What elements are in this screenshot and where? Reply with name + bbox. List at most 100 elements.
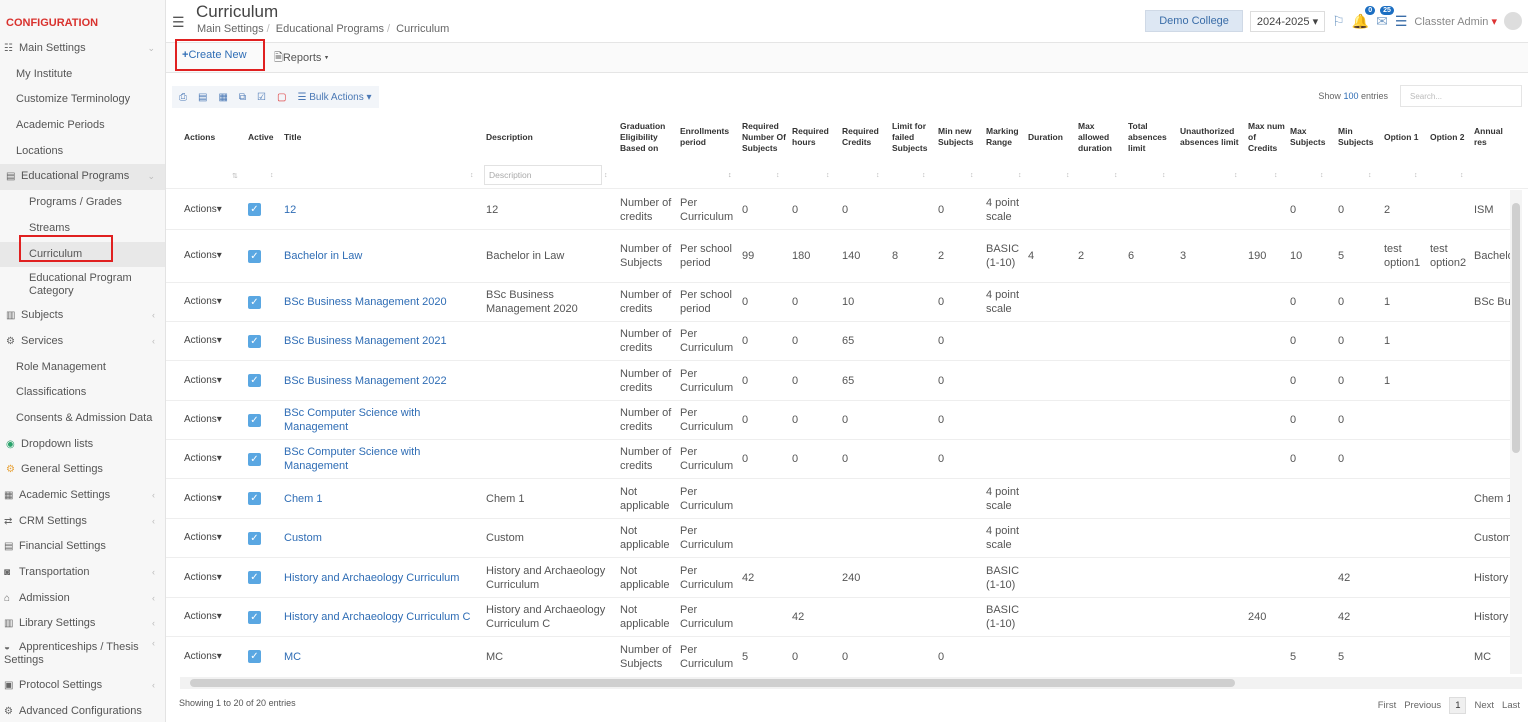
copy-icon[interactable]: ⧉ — [239, 92, 246, 103]
row-actions-button[interactable]: Actions ▾ — [184, 598, 244, 636]
sidebar-item-customize-terminology[interactable]: Customize Terminology — [0, 87, 165, 113]
sort-icon[interactable]: ↕ — [776, 172, 780, 179]
sidebar-item-academic-periods[interactable]: Academic Periods — [0, 113, 165, 139]
active-checkbox[interactable]: ✓ — [248, 283, 284, 321]
row-title-link[interactable]: 12 — [284, 190, 484, 229]
sidebar-item-library-settings[interactable]: ▥ Library Settings ‹ — [0, 611, 165, 637]
row-title-link[interactable]: BSc Computer Science with Management — [284, 440, 484, 478]
user-menu[interactable]: Classter Admin ▾ — [1414, 15, 1497, 28]
row-actions-button[interactable]: Actions ▾ — [184, 283, 244, 321]
horizontal-scrollbar[interactable] — [180, 677, 1522, 689]
row-title-link[interactable]: BSc Business Management 2021 — [284, 322, 484, 360]
mail-icon[interactable]: ✉ 25 — [1376, 5, 1394, 30]
reports-button[interactable]: 🗎Reports ▾ — [274, 49, 329, 68]
sort-icon[interactable]: ↕ — [826, 172, 830, 179]
row-title-link[interactable]: History and Archaeology Curriculum — [284, 558, 484, 597]
bulk-actions-button[interactable]: ☰ Bulk Actions ▾ — [297, 92, 371, 103]
sort-icon[interactable]: ↕ — [1066, 172, 1070, 179]
row-actions-button[interactable]: Actions ▾ — [184, 361, 244, 400]
pager-next[interactable]: Next — [1474, 700, 1494, 711]
active-checkbox[interactable]: ✓ — [248, 322, 284, 360]
vertical-scroll-thumb[interactable] — [1512, 203, 1520, 453]
active-checkbox[interactable]: ✓ — [248, 230, 284, 282]
sort-icon[interactable]: ↕ — [1234, 172, 1238, 179]
sort-icon[interactable]: ↕ — [922, 172, 926, 179]
sidebar-item-role-management[interactable]: Role Management — [0, 355, 165, 381]
description-filter-input[interactable]: Description — [484, 165, 602, 185]
row-actions-button[interactable]: Actions ▾ — [184, 322, 244, 360]
column-header[interactable]: Total absences limit — [1128, 112, 1176, 162]
active-checkbox[interactable]: ✓ — [248, 190, 284, 229]
row-title-link[interactable]: Chem 1 — [284, 479, 484, 518]
sidebar-item-financial-settings[interactable]: ▤ Financial Settings — [0, 534, 165, 560]
sort-icon[interactable]: ↕ — [1274, 172, 1278, 179]
sort-icon[interactable]: ↕ — [728, 172, 732, 179]
pager-current[interactable]: 1 — [1449, 697, 1467, 714]
column-header[interactable]: Actions — [184, 112, 244, 162]
sidebar-item-classifications[interactable]: Classifications — [0, 380, 165, 406]
active-checkbox[interactable]: ✓ — [248, 637, 284, 674]
sort-icon[interactable]: ↕ — [1162, 172, 1166, 179]
sidebar-item-subjects[interactable]: ▥ Subjects ‹ — [0, 303, 165, 329]
pdf-icon[interactable]: ▤ — [198, 92, 207, 103]
column-header[interactable]: Option 2 — [1430, 112, 1472, 162]
row-actions-button[interactable]: Actions ▾ — [184, 440, 244, 478]
column-header[interactable]: Min Subjects — [1338, 112, 1380, 162]
column-header[interactable]: Unauthorized absences limit — [1180, 112, 1244, 162]
row-actions-button[interactable]: Actions ▾ — [184, 230, 244, 282]
row-title-link[interactable]: MC — [284, 637, 484, 674]
column-header[interactable]: Duration — [1028, 112, 1074, 162]
sidebar-item-consents-admission-data[interactable]: Consents & Admission Data — [0, 406, 165, 432]
column-header[interactable]: Required Credits — [842, 112, 890, 162]
active-checkbox[interactable]: ✓ — [248, 401, 284, 439]
column-header[interactable]: Title — [284, 112, 484, 162]
row-actions-button[interactable]: Actions ▾ — [184, 190, 244, 229]
sidebar-item-dropdown-lists[interactable]: ◉ Dropdown lists — [0, 432, 165, 458]
create-new-button[interactable]: +Create New — [182, 49, 247, 61]
column-header[interactable]: Required Number Of Subjects — [742, 112, 790, 162]
sidebar-item-services[interactable]: ⚙ Services ‹ — [0, 329, 165, 355]
row-title-link[interactable]: Bachelor in Law — [284, 230, 484, 282]
year-select[interactable]: 2024-2025 ▾ — [1249, 10, 1326, 32]
row-actions-button[interactable]: Actions ▾ — [184, 637, 244, 674]
pager-first[interactable]: First — [1378, 700, 1396, 711]
sidebar-item-educational-program-category[interactable]: Educational Program Category — [0, 267, 165, 303]
active-checkbox[interactable]: ✓ — [248, 440, 284, 478]
column-header[interactable]: Min new Subjects — [938, 112, 982, 162]
entries-select[interactable]: 100 — [1343, 91, 1358, 101]
column-header[interactable]: Description — [486, 112, 616, 162]
sidebar-item-curriculum[interactable]: Curriculum — [0, 241, 165, 268]
column-header[interactable]: Graduation Eligibility Based on — [620, 112, 676, 162]
sort-icon[interactable]: ↕ — [604, 172, 608, 179]
column-header[interactable]: Marking Range — [986, 112, 1026, 162]
column-header[interactable]: Enrollments period — [680, 112, 738, 162]
row-actions-button[interactable]: Actions ▾ — [184, 401, 244, 439]
search-input[interactable]: Search... — [1400, 85, 1522, 107]
sort-icon[interactable]: ↕ — [1018, 172, 1022, 179]
bell-icon[interactable]: 🔔 0 — [1352, 5, 1376, 30]
vertical-scrollbar[interactable] — [1510, 190, 1522, 674]
row-title-link[interactable]: History and Archaeology Curriculum C — [284, 598, 484, 636]
sidebar-item-locations[interactable]: Locations — [0, 139, 165, 165]
sort-icon[interactable]: ↕ — [1114, 172, 1118, 179]
row-title-link[interactable]: BSc Business Management 2020 — [284, 283, 484, 321]
column-header[interactable]: Limit for failed Subjects — [892, 112, 936, 162]
sidebar-item-streams[interactable]: Streams — [0, 216, 165, 242]
row-title-link[interactable]: Custom — [284, 519, 484, 557]
sort-icon[interactable]: ↕ — [470, 172, 474, 179]
pager-last[interactable]: Last — [1502, 700, 1520, 711]
avatar[interactable] — [1504, 12, 1522, 30]
sort-icon[interactable]: ⇅ — [232, 172, 238, 180]
pager-previous[interactable]: Previous — [1404, 700, 1441, 711]
active-checkbox[interactable]: ✓ — [248, 558, 284, 597]
column-header[interactable]: Max Subjects — [1290, 112, 1332, 162]
sidebar-item-main-settings[interactable]: ☷ Main Settings ⌄ — [0, 36, 165, 62]
reset-icon[interactable]: ▢ — [277, 92, 286, 103]
column-header[interactable]: Max allowed duration — [1078, 112, 1124, 162]
sidebar-item-apprenticeships-thesis-settings[interactable]: ◒ Apprenticeships / Thesis Settings ‹ — [0, 637, 165, 673]
column-header[interactable]: Annual res — [1474, 112, 1514, 162]
sort-icon[interactable]: ↕ — [1320, 172, 1324, 179]
active-checkbox[interactable]: ✓ — [248, 361, 284, 400]
sort-icon[interactable]: ↕ — [876, 172, 880, 179]
print-icon[interactable]: ⎙ — [179, 92, 187, 103]
